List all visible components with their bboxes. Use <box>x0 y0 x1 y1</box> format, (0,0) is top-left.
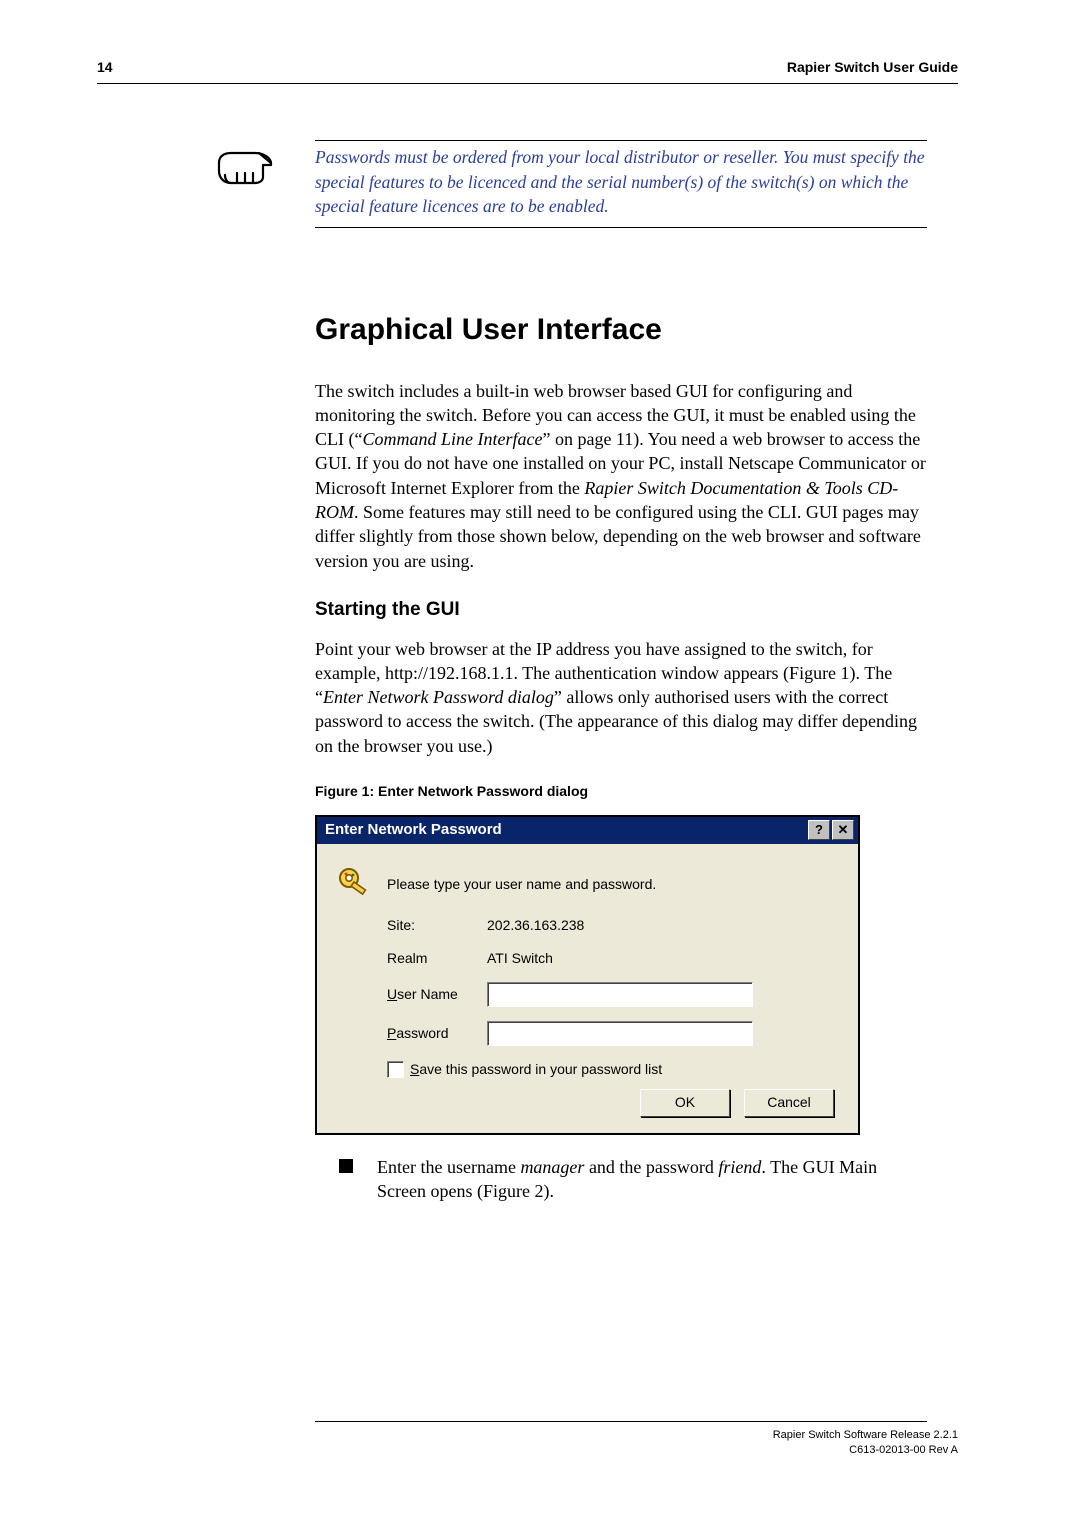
key-icon <box>337 866 387 902</box>
cancel-button[interactable]: Cancel <box>744 1089 834 1117</box>
password-dialog: Enter Network Password ? ✕ Please type y <box>315 815 860 1135</box>
password-field[interactable] <box>487 1021 753 1046</box>
section-heading: Graphical User Interface <box>315 310 927 351</box>
bullet-item: Enter the username manager and the passw… <box>315 1155 927 1204</box>
footer-release: Rapier Switch Software Release 2.2.1 <box>773 1428 958 1443</box>
site-label: Site: <box>387 916 487 935</box>
footer-rule <box>315 1421 927 1422</box>
note-block: Passwords must be ordered from your loca… <box>215 140 935 228</box>
content-column: Graphical User Interface The switch incl… <box>315 310 927 1203</box>
running-head: 14 Rapier Switch User Guide <box>97 58 958 84</box>
dialog-title: Enter Network Password <box>325 820 502 840</box>
dialog-titlebar: Enter Network Password ? ✕ <box>317 817 858 844</box>
doc-title: Rapier Switch User Guide <box>787 58 958 77</box>
username-label: User Name <box>387 985 487 1004</box>
footer-rev: C613-02013-00 Rev A <box>773 1443 958 1458</box>
site-value: 202.36.163.238 <box>487 916 584 935</box>
footer: Rapier Switch Software Release 2.2.1 C61… <box>773 1428 958 1458</box>
close-icon[interactable]: ✕ <box>832 820 854 840</box>
save-password-label: Save this password in your password list <box>410 1060 662 1079</box>
username-field[interactable] <box>487 982 753 1007</box>
page-number: 14 <box>97 58 113 77</box>
realm-value: ATI Switch <box>487 949 553 968</box>
body-paragraph-1: The switch includes a built-in web brows… <box>315 379 927 573</box>
password-label: Password <box>387 1024 487 1043</box>
realm-label: Realm <box>387 949 487 968</box>
bullet-square-icon <box>339 1159 353 1173</box>
dialog-message: Please type your user name and password. <box>387 875 656 894</box>
dialog-body: Please type your user name and password.… <box>317 844 858 1133</box>
body-paragraph-2: Point your web browser at the IP address… <box>315 637 927 758</box>
figure-caption: Figure 1: Enter Network Password dialog <box>315 782 927 801</box>
subsection-heading: Starting the GUI <box>315 597 927 623</box>
help-icon[interactable]: ? <box>808 820 830 840</box>
pointing-hand-icon <box>215 143 275 193</box>
save-password-checkbox[interactable] <box>387 1061 404 1078</box>
note-rule-bottom <box>315 227 927 228</box>
note-text: Passwords must be ordered from your loca… <box>315 145 927 219</box>
bullet-text: Enter the username manager and the passw… <box>377 1155 927 1204</box>
ok-button[interactable]: OK <box>640 1089 730 1117</box>
